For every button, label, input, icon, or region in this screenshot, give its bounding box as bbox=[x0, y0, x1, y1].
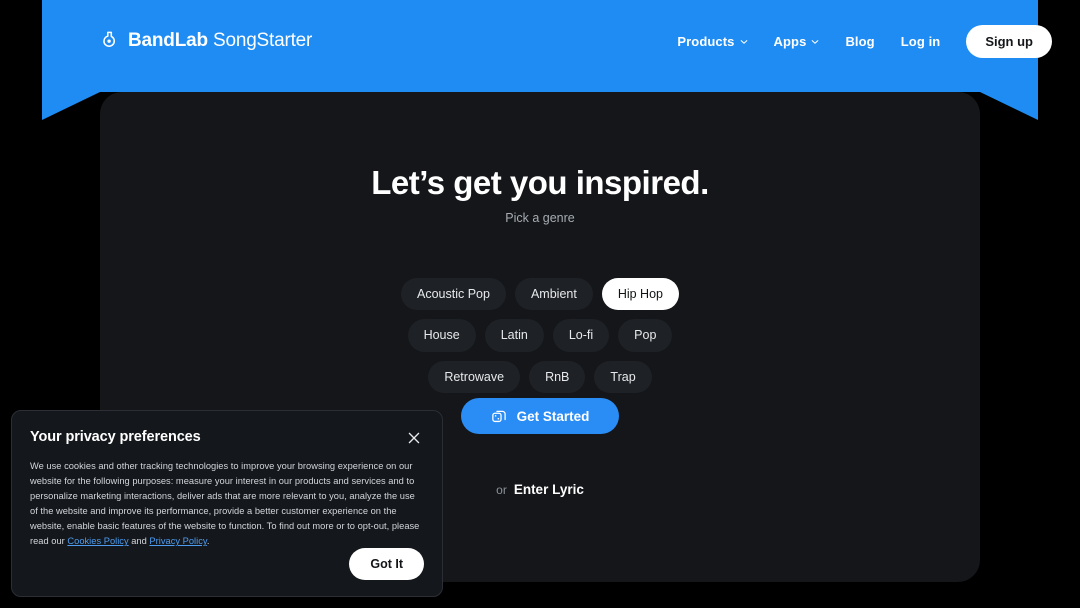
nav-link-products-label: Products bbox=[677, 33, 735, 49]
nav-links: Products Apps Blog Log in Sign up bbox=[677, 24, 1052, 58]
genre-chip-house[interactable]: House bbox=[407, 319, 476, 352]
brand-wordmark: BandLab SongStarter bbox=[128, 30, 312, 52]
nav-link-products[interactable]: Products bbox=[677, 34, 747, 49]
genre-chip-group: Acoustic Pop Ambient Hip Hop House Latin… bbox=[375, 278, 705, 394]
get-started-button[interactable]: Get Started bbox=[460, 398, 620, 434]
genre-chip-acoustic-pop[interactable]: Acoustic Pop bbox=[401, 278, 506, 311]
genre-chip-ambient[interactable]: Ambient bbox=[514, 278, 593, 311]
get-started-label: Get Started bbox=[516, 408, 590, 424]
top-navigation-bar: BandLab SongStarter Products Apps Blog L… bbox=[0, 0, 1080, 82]
chevron-down-icon bbox=[740, 34, 748, 49]
genre-chip-rnb[interactable]: RnB bbox=[529, 360, 586, 394]
page-title: Let’s get you inspired. bbox=[371, 164, 709, 201]
nav-link-apps-label: Apps bbox=[773, 33, 807, 49]
page-root: BandLab SongStarter Products Apps Blog L… bbox=[0, 0, 1080, 608]
brand-name-bold: BandLab bbox=[128, 30, 208, 51]
cookie-dialog-body: We use cookies and other tracking techno… bbox=[30, 459, 422, 549]
enter-lyric-link[interactable]: Enter Lyric bbox=[514, 482, 584, 497]
or-label: or bbox=[496, 483, 507, 497]
genre-chip-latin[interactable]: Latin bbox=[484, 319, 544, 352]
genre-chip-trap[interactable]: Trap bbox=[594, 360, 652, 394]
genre-chip-retrowave[interactable]: Retrowave bbox=[428, 360, 521, 394]
brand-name-light: SongStarter bbox=[212, 30, 313, 51]
nav-link-apps[interactable]: Apps bbox=[774, 34, 820, 49]
page-subtitle: Pick a genre bbox=[505, 211, 575, 225]
got-it-button[interactable]: Got It bbox=[349, 548, 424, 580]
cookie-body-text: We use cookies and other tracking techno… bbox=[30, 461, 420, 547]
bandlab-logo-icon bbox=[98, 30, 120, 52]
genre-chip-pop[interactable]: Pop bbox=[618, 319, 673, 352]
signup-button[interactable]: Sign up bbox=[966, 24, 1052, 58]
cookie-dialog-header: Your privacy preferences bbox=[30, 429, 422, 446]
genre-chip-lo-fi[interactable]: Lo-fi bbox=[552, 319, 610, 352]
nav-link-blog[interactable]: Blog bbox=[845, 34, 874, 49]
chevron-down-icon bbox=[811, 34, 819, 49]
cookie-body-end: . bbox=[206, 536, 210, 547]
cookie-dialog-title: Your privacy preferences bbox=[30, 429, 201, 445]
genre-chip-hip-hop[interactable]: Hip Hop bbox=[601, 278, 679, 311]
cookie-dialog-actions: Got It bbox=[349, 548, 424, 580]
close-icon[interactable] bbox=[406, 430, 422, 446]
nav-link-login[interactable]: Log in bbox=[901, 34, 941, 49]
cookie-body-and: and bbox=[128, 536, 150, 547]
shuffle-cards-icon bbox=[491, 408, 508, 425]
privacy-preferences-dialog: Your privacy preferences We use cookies … bbox=[11, 410, 443, 597]
brand-logo[interactable]: BandLab SongStarter bbox=[98, 30, 312, 52]
privacy-policy-link[interactable]: Privacy Policy bbox=[149, 536, 206, 546]
cookies-policy-link[interactable]: Cookies Policy bbox=[67, 536, 128, 546]
